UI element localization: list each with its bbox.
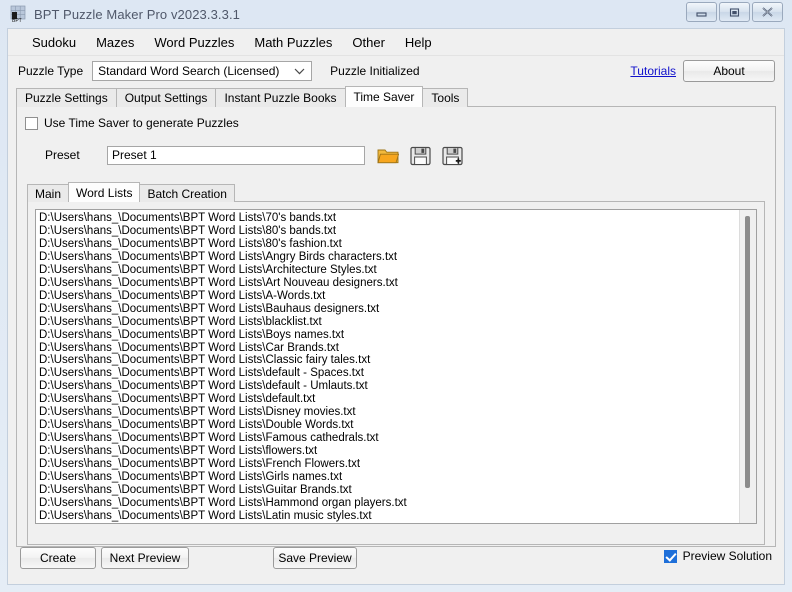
preview-solution-checkbox[interactable] [664,550,677,563]
list-item[interactable]: D:\Users\hans_\Documents\BPT Word Lists\… [39,419,739,432]
title-bar: BPT BPT Puzzle Maker Pro v2023.3.3.1 [7,0,785,28]
next-preview-button[interactable]: Next Preview [101,547,189,569]
client-area: Sudoku Mazes Word Puzzles Math Puzzles O… [7,28,785,585]
use-time-saver-checkbox-row[interactable]: Use Time Saver to generate Puzzles [17,107,775,130]
maximize-icon[interactable] [719,2,750,22]
about-button[interactable]: About [683,60,775,82]
list-item[interactable]: D:\Users\hans_\Documents\BPT Word Lists\… [39,393,739,406]
save-preview-button[interactable]: Save Preview [273,547,357,569]
menu-item-help[interactable]: Help [395,31,442,54]
use-time-saver-checkbox[interactable] [25,117,38,130]
preview-solution-label: Preview Solution [683,549,772,563]
tutorials-link[interactable]: Tutorials [630,64,676,78]
list-item[interactable]: D:\Users\hans_\Documents\BPT Word Lists\… [39,354,739,367]
svg-text:BPT: BPT [12,18,22,23]
menu-item-mazes[interactable]: Mazes [86,31,144,54]
preset-row: Preset [17,130,775,168]
folder-open-icon[interactable] [375,142,401,168]
tab-tools[interactable]: Tools [422,88,468,107]
list-item[interactable]: D:\Users\hans_\Documents\BPT Word Lists\… [39,380,739,393]
list-item[interactable]: D:\Users\hans_\Documents\BPT Word Lists\… [39,497,739,510]
save-icon[interactable] [407,142,433,168]
list-item[interactable]: D:\Users\hans_\Documents\BPT Word Lists\… [39,277,739,290]
list-item[interactable]: D:\Users\hans_\Documents\BPT Word Lists\… [39,329,739,342]
puzzle-type-label: Puzzle Type [18,64,83,78]
puzzle-type-select[interactable]: Standard Word Search (Licensed) [92,61,312,81]
word-list-items: D:\Users\hans_\Documents\BPT Word Lists\… [36,210,739,523]
use-time-saver-label: Use Time Saver to generate Puzzles [44,116,239,130]
list-item[interactable]: D:\Users\hans_\Documents\BPT Word Lists\… [39,225,739,238]
word-list-tabstrip: Main Word Lists Batch Creation [17,182,775,202]
application-window: BPT BPT Puzzle Maker Pro v2023.3.3.1 [0,0,792,592]
list-item[interactable]: D:\Users\hans_\Documents\BPT Word Lists\… [39,238,739,251]
list-item[interactable]: D:\Users\hans_\Documents\BPT Word Lists\… [39,406,739,419]
word-list-scrollbar[interactable] [739,210,756,523]
status-label: Puzzle Initialized [330,64,419,78]
list-item[interactable]: D:\Users\hans_\Documents\BPT Word Lists\… [39,342,739,355]
tab-output-settings[interactable]: Output Settings [116,88,217,107]
footer-bar: Create Next Preview Save Preview Preview… [8,536,784,584]
window-title: BPT Puzzle Maker Pro v2023.3.3.1 [34,7,240,22]
list-item[interactable]: D:\Users\hans_\Documents\BPT Word Lists\… [39,484,739,497]
list-item[interactable]: D:\Users\hans_\Documents\BPT Word Lists\… [39,290,739,303]
list-item[interactable]: D:\Users\hans_\Documents\BPT Word Lists\… [39,367,739,380]
menu-item-sudoku[interactable]: Sudoku [22,31,86,54]
list-item[interactable]: D:\Users\hans_\Documents\BPT Word Lists\… [39,445,739,458]
list-item[interactable]: D:\Users\hans_\Documents\BPT Word Lists\… [39,432,739,445]
tab-puzzle-settings[interactable]: Puzzle Settings [16,88,117,107]
tab-instant-puzzle-books[interactable]: Instant Puzzle Books [215,88,345,107]
preset-input[interactable] [107,146,365,165]
menu-item-word-puzzles[interactable]: Word Puzzles [144,31,244,54]
word-list-listbox[interactable]: D:\Users\hans_\Documents\BPT Word Lists\… [35,209,757,524]
puzzle-type-value: Standard Word Search (Licensed) [98,64,279,78]
inner-tab-batch-creation[interactable]: Batch Creation [139,184,234,202]
tab-time-saver[interactable]: Time Saver [345,86,424,107]
list-item[interactable]: D:\Users\hans_\Documents\BPT Word Lists\… [39,212,739,225]
list-item[interactable]: D:\Users\hans_\Documents\BPT Word Lists\… [39,303,739,316]
preset-label: Preset [45,148,107,162]
preview-solution-checkbox-row[interactable]: Preview Solution [664,549,772,563]
scrollbar-thumb[interactable] [745,216,750,488]
list-item[interactable]: D:\Users\hans_\Documents\BPT Word Lists\… [39,471,739,484]
time-saver-panel: Use Time Saver to generate Puzzles Prese… [16,106,776,547]
minimize-icon[interactable] [686,2,717,22]
puzzle-type-row: Puzzle Type Standard Word Search (Licens… [8,56,784,86]
window-controls [686,2,783,22]
menu-item-math-puzzles[interactable]: Math Puzzles [244,31,342,54]
word-lists-panel: D:\Users\hans_\Documents\BPT Word Lists\… [27,201,765,545]
chevron-down-icon [294,64,305,78]
list-item[interactable]: D:\Users\hans_\Documents\BPT Word Lists\… [39,316,739,329]
inner-tab-main[interactable]: Main [27,184,69,202]
list-item[interactable]: D:\Users\hans_\Documents\BPT Word Lists\… [39,264,739,277]
app-puzzle-icon: BPT [10,5,28,23]
list-item[interactable]: D:\Users\hans_\Documents\BPT Word Lists\… [39,251,739,264]
menu-item-other[interactable]: Other [342,31,395,54]
create-button[interactable]: Create [20,547,96,569]
save-as-icon[interactable] [439,142,465,168]
list-item[interactable]: D:\Users\hans_\Documents\BPT Word Lists\… [39,458,739,471]
main-tabstrip: Puzzle Settings Output Settings Instant … [8,86,784,107]
inner-tab-word-lists[interactable]: Word Lists [68,182,140,202]
menu-bar: Sudoku Mazes Word Puzzles Math Puzzles O… [8,29,784,56]
list-item[interactable]: D:\Users\hans_\Documents\BPT Word Lists\… [39,510,739,523]
close-icon[interactable] [752,2,783,22]
